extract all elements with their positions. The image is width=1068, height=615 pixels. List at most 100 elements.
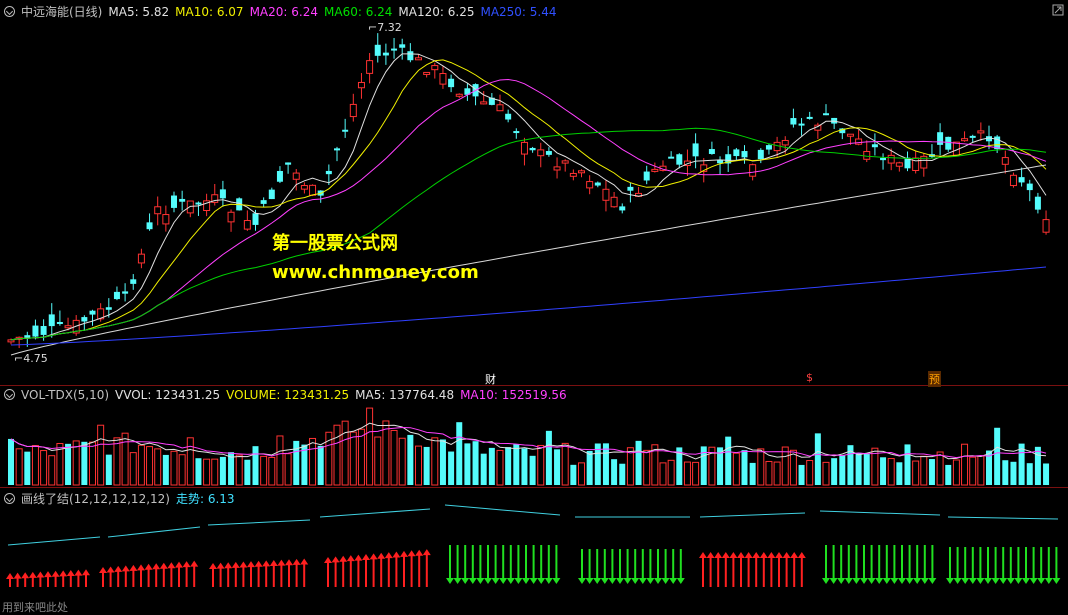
sell-arrow-icon [928, 545, 937, 584]
candle [391, 37, 398, 59]
candle [366, 53, 374, 84]
sell-arrow-icon [608, 549, 617, 584]
candle [733, 147, 740, 160]
candle [130, 274, 137, 290]
volume-bar [48, 455, 56, 486]
volume-bar [570, 464, 577, 485]
volume-bar [773, 461, 781, 486]
volume-bar [855, 452, 862, 485]
sell-arrow-icon [920, 545, 929, 584]
buy-arrow-icon [129, 564, 138, 587]
pane-menu-icon[interactable] [4, 6, 15, 17]
buy-arrow-icon [797, 552, 806, 587]
volume-bar [97, 424, 105, 486]
sell-arrow-icon [544, 545, 553, 584]
sell-arrow-icon [875, 545, 884, 584]
volume-bar [24, 451, 31, 485]
candle [431, 62, 439, 79]
buy-arrow-icon [262, 560, 271, 587]
volume-bar [863, 453, 870, 485]
volume-bar [896, 462, 903, 485]
trend-segment [947, 516, 1059, 520]
trend-segment [7, 536, 101, 546]
buy-arrow-icon [400, 550, 408, 587]
sell-arrow-icon [999, 547, 1008, 584]
volume-bar [912, 460, 920, 486]
buy-arrow-icon [782, 552, 791, 587]
buy-arrow-icon [21, 572, 30, 587]
sell-arrow-icon [552, 545, 561, 584]
candle [708, 141, 715, 155]
volume-bar [545, 430, 552, 485]
volume-bar [113, 437, 121, 486]
buy-arrow-icon [384, 552, 393, 587]
buy-arrow-icon [216, 562, 225, 587]
sell-arrow-icon [446, 545, 454, 584]
candle [464, 83, 471, 101]
custom-indicators: 走势: 6.13 [176, 492, 241, 506]
volume-bar [1043, 463, 1050, 485]
price-pane[interactable]: 中远海能(日线) MA5: 5.82 MA10: 6.07 MA20: 6.24 MA6… [0, 0, 1068, 387]
buy-arrow-icon [721, 552, 730, 587]
sell-arrow-icon [646, 549, 655, 584]
sell-arrow-icon [890, 545, 899, 584]
candle [961, 131, 969, 142]
volume-title: VOL-TDX(5,10) [21, 388, 110, 402]
volume-bar [317, 445, 324, 485]
volume-bar [945, 464, 952, 485]
trend-segment [207, 519, 311, 526]
volume-bar [757, 448, 765, 486]
candle [268, 187, 275, 200]
buy-arrow-icon [346, 555, 355, 587]
candle [520, 137, 528, 166]
buy-arrow-icon [28, 571, 37, 587]
candle [717, 156, 724, 175]
buy-arrow-icon [190, 560, 199, 587]
marker-dividend[interactable]: $ [806, 371, 813, 384]
marker-finance[interactable]: 财 [485, 371, 496, 387]
sell-arrow-icon [484, 545, 492, 584]
trend-segment [107, 526, 201, 538]
volume-bar [725, 436, 732, 485]
buy-arrow-icon [324, 557, 332, 587]
volume-bar [398, 437, 406, 486]
indicator-value: MA120: 6.25 [398, 5, 475, 19]
buy-arrow-icon [277, 559, 286, 587]
volume-pane[interactable]: VOL-TDX(5,10) VVOL: 123431.25 VOLUME: 1234… [0, 385, 1068, 487]
volume-bar [333, 424, 341, 486]
volume-bar [195, 458, 202, 485]
sell-arrow-icon [968, 547, 977, 584]
volume-bar [137, 444, 145, 486]
candle [179, 190, 186, 211]
buy-arrow-icon [66, 569, 75, 587]
volume-bar [121, 432, 129, 486]
custom-indicator-pane[interactable]: 画线了结(12,12,12,12,12) 走势: 6.13 [0, 487, 1068, 615]
indicator-value: VVOL: 123431.25 [115, 388, 221, 402]
candle [561, 159, 569, 172]
volume-bar [349, 431, 357, 486]
volume-bar [309, 437, 317, 486]
volume-bar [880, 457, 887, 485]
volume-bar [1010, 461, 1017, 485]
candle [374, 33, 381, 63]
candle [871, 133, 878, 156]
volume-bar [904, 444, 911, 485]
expand-icon[interactable] [1052, 4, 1064, 16]
pane-menu-icon[interactable] [4, 493, 15, 504]
candle [219, 180, 226, 207]
candle [300, 182, 308, 194]
buy-arrow-icon [269, 559, 278, 587]
buy-arrow-icon [729, 552, 738, 587]
volume-bar [89, 441, 96, 486]
marker-forecast[interactable]: 预 [928, 371, 941, 387]
buy-arrow-icon [714, 552, 723, 587]
buy-arrow-icon [292, 558, 301, 587]
sell-arrow-icon [506, 545, 515, 584]
sell-arrow-icon [461, 545, 470, 584]
candlestick-chart[interactable] [0, 0, 1068, 385]
sell-arrow-icon [468, 545, 477, 584]
candle [203, 193, 211, 217]
pane-menu-icon[interactable] [4, 389, 15, 400]
indicator-value: MA5: 137764.48 [355, 388, 455, 402]
candle [725, 146, 732, 172]
